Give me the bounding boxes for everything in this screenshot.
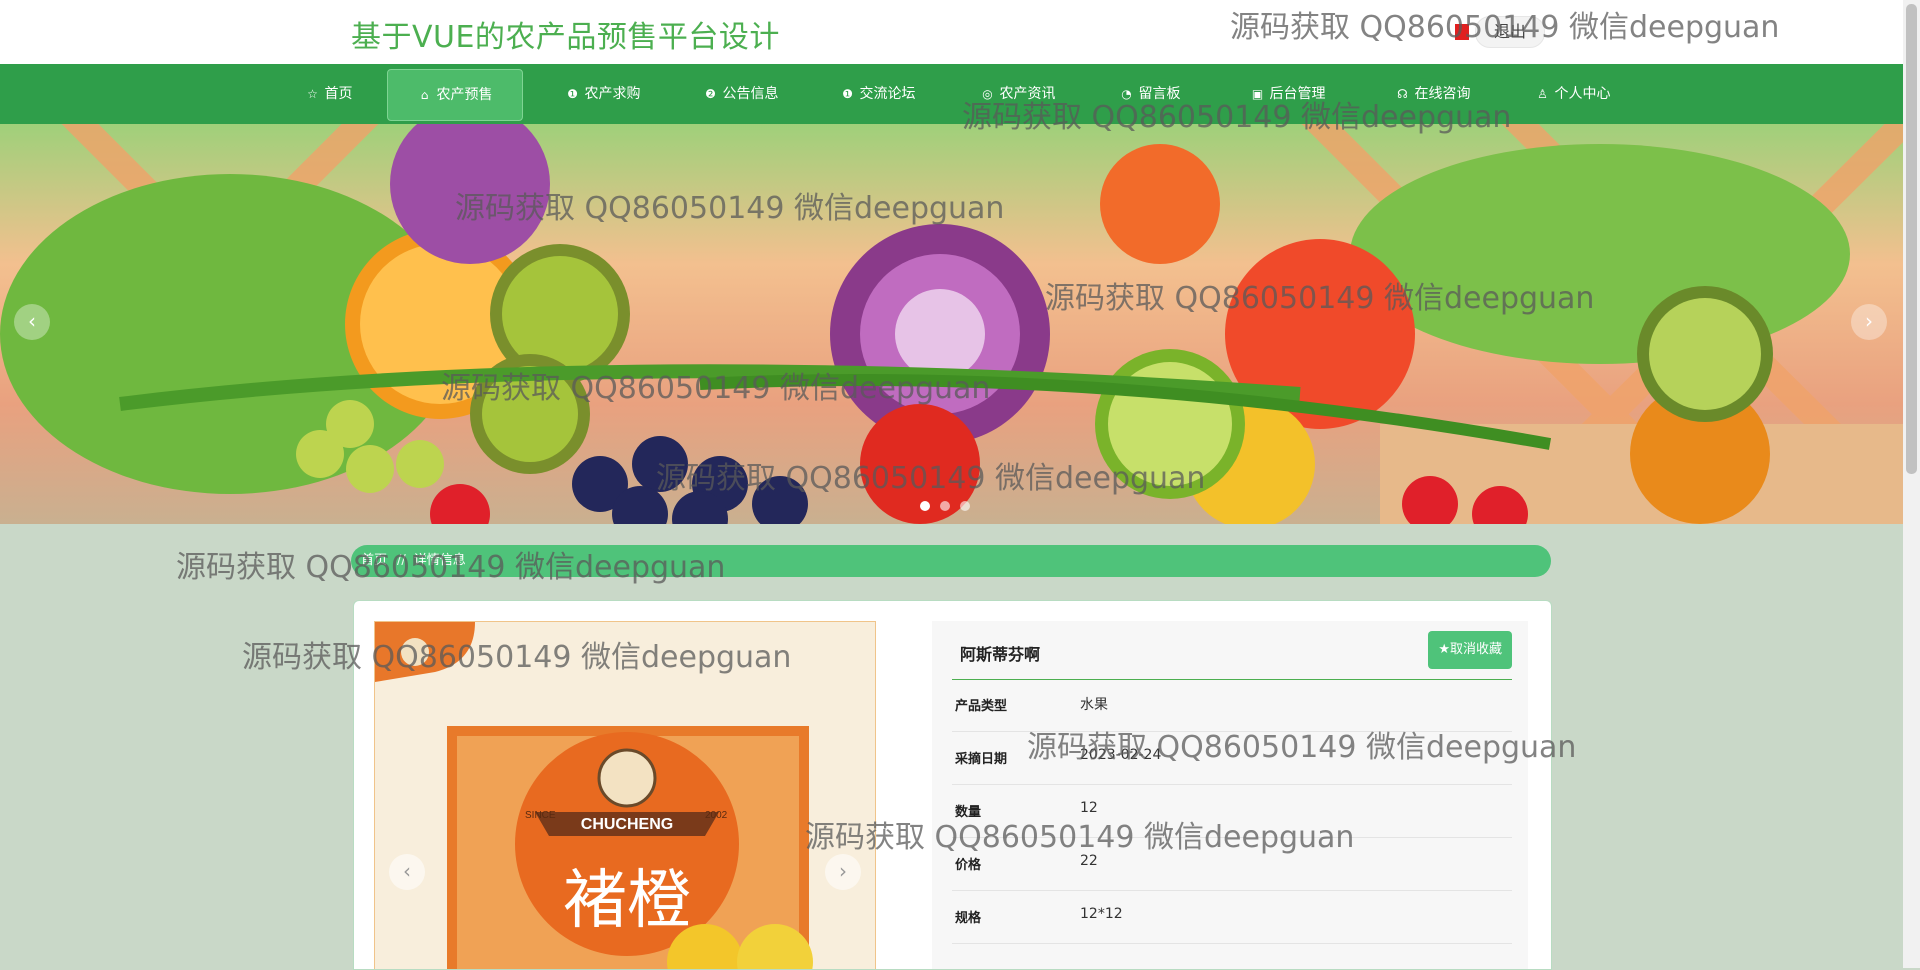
year-text: 2002 bbox=[705, 810, 728, 821]
brand-logo-text: CHUCHENG bbox=[581, 816, 673, 833]
main-nav: ☆ 首页 ⌂ 农产预售 ❶ 农产求购 ❷ 公告信息 ❶ 交流论坛 ◎ 农产资讯 ◔ 留言板 ▣… bbox=[0, 64, 1903, 124]
field-value: 水果 bbox=[1080, 697, 1108, 713]
logout-button[interactable]: 退出 bbox=[1475, 16, 1546, 48]
product-image: CHUCHENG SINCE 2002 褚橙 bbox=[375, 622, 875, 969]
user-icon: ♙ bbox=[1537, 87, 1548, 101]
carousel-dot[interactable] bbox=[940, 501, 950, 511]
nav-item-admin[interactable]: ▣ 后台管理 bbox=[1230, 69, 1346, 119]
field-row-date: 采摘日期 2023-02-24 bbox=[952, 732, 1512, 785]
nav-item-news[interactable]: ◎ 农产资讯 bbox=[960, 69, 1076, 119]
field-label: 规格 bbox=[955, 911, 982, 926]
nav-item-home[interactable]: ☆ 首页 bbox=[290, 69, 368, 119]
field-value: 22 bbox=[1080, 853, 1098, 869]
breadcrumb-current: 详情信息 bbox=[413, 553, 466, 568]
admin-icon: ▣ bbox=[1251, 87, 1264, 101]
page-scrollbar[interactable] bbox=[1903, 0, 1920, 968]
image-prev-button[interactable]: ‹ bbox=[389, 854, 425, 890]
product-name: 阿斯蒂芬啊 bbox=[960, 645, 1041, 664]
carousel-dots bbox=[920, 501, 970, 511]
site-header: 基于VUE的农产品预售平台设计 退出 bbox=[0, 0, 1903, 64]
nav-label: 农产预售 bbox=[436, 87, 493, 103]
breadcrumb-home[interactable]: 首页 bbox=[361, 553, 387, 568]
field-value: 12 bbox=[1080, 800, 1098, 816]
since-text: SINCE bbox=[525, 810, 556, 821]
field-value: 12*12 bbox=[1080, 906, 1123, 922]
logout-area: 退出 bbox=[1455, 16, 1546, 48]
nav-item-notice[interactable]: ❷ 公告信息 bbox=[683, 69, 799, 119]
product-info-header: 阿斯蒂芬啊 ★取消收藏 bbox=[952, 621, 1512, 680]
nav-item-messages[interactable]: ◔ 留言板 bbox=[1100, 69, 1200, 119]
nav-label: 首页 bbox=[324, 86, 353, 102]
product-image-carousel[interactable]: CHUCHENG SINCE 2002 褚橙 ‹ › bbox=[374, 621, 876, 969]
field-row-spec: 规格 12*12 bbox=[952, 891, 1512, 944]
banner-carousel[interactable]: ‹ › bbox=[0, 124, 1903, 524]
field-value: 2023-02-24 bbox=[1080, 747, 1162, 763]
product-info-panel: 阿斯蒂芬啊 ★取消收藏 产品类型 水果 采摘日期 2023-02-24 数量 1… bbox=[932, 621, 1528, 969]
banner-prev-button[interactable]: ‹ bbox=[14, 304, 50, 340]
nav-label: 公告信息 bbox=[722, 86, 779, 102]
nav-label: 留言板 bbox=[1138, 86, 1181, 102]
carousel-dot[interactable] bbox=[960, 501, 970, 511]
nav-label: 交流论坛 bbox=[859, 86, 916, 102]
scroll-thumb[interactable] bbox=[1906, 4, 1917, 474]
notice-icon: ❷ bbox=[705, 87, 716, 101]
field-label: 采摘日期 bbox=[955, 752, 1008, 767]
nav-item-presale[interactable]: ⌂ 农产预售 bbox=[387, 69, 523, 121]
field-label: 数量 bbox=[955, 805, 982, 820]
banner-next-button[interactable]: › bbox=[1851, 304, 1887, 340]
nav-label: 农产求购 bbox=[584, 86, 641, 102]
field-label: 产品类型 bbox=[955, 699, 1008, 714]
product-detail-card: CHUCHENG SINCE 2002 褚橙 ‹ › 阿斯蒂芬啊 ★取消收藏 产… bbox=[353, 600, 1552, 970]
message-icon: ◔ bbox=[1121, 87, 1132, 101]
nav-label: 农产资讯 bbox=[999, 86, 1056, 102]
nav-item-forum[interactable]: ❶ 交流论坛 bbox=[820, 69, 936, 119]
site-title: 基于VUE的农产品预售平台设计 bbox=[351, 20, 780, 55]
carousel-dot[interactable] bbox=[920, 501, 930, 511]
nav-item-consult[interactable]: ☊ 在线咨询 bbox=[1375, 69, 1491, 119]
nav-label: 在线咨询 bbox=[1414, 86, 1471, 102]
breadcrumb-separator: // bbox=[397, 553, 406, 568]
field-label: 价格 bbox=[955, 858, 982, 873]
vegetables-image bbox=[0, 124, 1903, 524]
shop-icon: ⌂ bbox=[420, 88, 429, 102]
nav-item-profile[interactable]: ♙ 个人中心 bbox=[1515, 69, 1631, 119]
cancel-favorite-button[interactable]: ★取消收藏 bbox=[1428, 631, 1512, 669]
field-row-type: 产品类型 水果 bbox=[952, 679, 1512, 732]
image-next-button[interactable]: › bbox=[825, 854, 861, 890]
nav-item-purchase[interactable]: ❶ 农产求购 bbox=[545, 69, 661, 119]
flag-icon bbox=[1455, 24, 1469, 40]
star-icon: ☆ bbox=[307, 87, 318, 101]
breadcrumb: 首页 // 详情信息 bbox=[351, 545, 1551, 577]
field-row-quantity: 数量 12 bbox=[952, 785, 1512, 838]
info-icon: ❶ bbox=[567, 87, 578, 101]
field-row-price: 价格 22 bbox=[952, 838, 1512, 891]
nav-label: 个人中心 bbox=[1554, 86, 1611, 102]
news-icon: ◎ bbox=[982, 87, 993, 101]
headset-icon: ☊ bbox=[1397, 87, 1408, 101]
nav-label: 后台管理 bbox=[1269, 86, 1326, 102]
brand-chinese-text: 褚橙 bbox=[563, 864, 691, 938]
forum-icon: ❶ bbox=[842, 87, 853, 101]
